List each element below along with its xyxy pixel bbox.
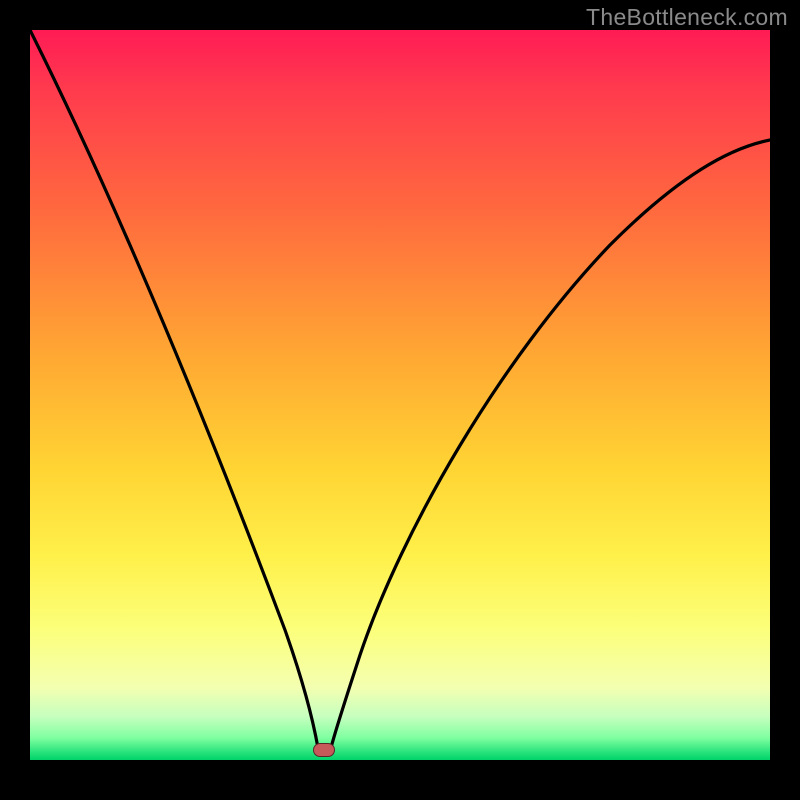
watermark-text: TheBottleneck.com	[586, 4, 788, 31]
bottleneck-curve	[30, 30, 770, 760]
chart-frame: TheBottleneck.com	[0, 0, 800, 800]
plot-area	[30, 30, 770, 760]
optimum-marker	[313, 743, 335, 757]
